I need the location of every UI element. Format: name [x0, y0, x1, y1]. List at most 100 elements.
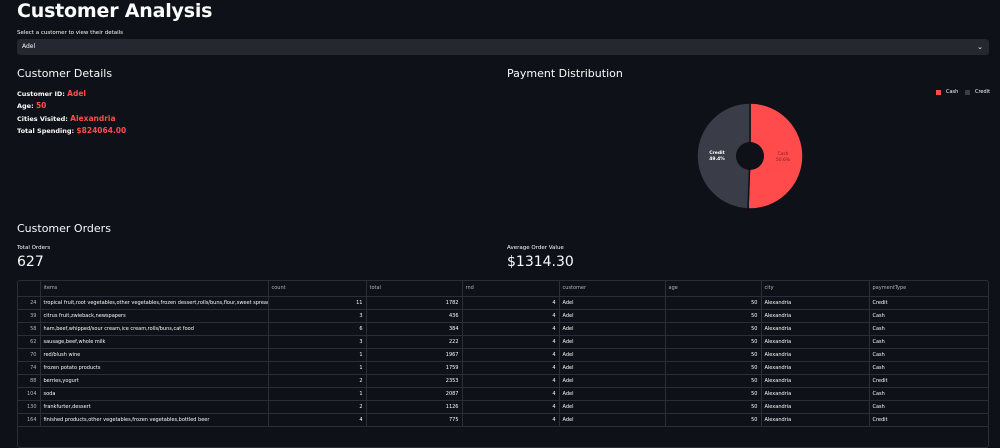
table-cell-count[interactable]: 6 [268, 322, 367, 336]
table-cell-paymentType[interactable]: Cash [869, 309, 988, 323]
table-cell-rnd[interactable]: 4 [462, 296, 560, 310]
table-cell-items[interactable]: tropical fruit,root vegetables,other veg… [40, 296, 269, 310]
column-header-count[interactable]: count [268, 281, 367, 297]
table-cell-customer[interactable]: Adel [559, 296, 666, 310]
table-cell-index[interactable]: 70 [18, 348, 41, 362]
table-cell-age[interactable]: 50 [665, 348, 762, 362]
table-cell-customer[interactable]: Adel [559, 309, 666, 323]
table-row[interactable]: 74 frozen potato products 1 1759 4 Adel 50 Alex… [18, 361, 988, 375]
table-cell-rnd[interactable]: 4 [462, 348, 560, 362]
table-cell-total[interactable]: 222 [366, 335, 463, 349]
table-cell-age[interactable]: 50 [665, 413, 762, 427]
table-cell-count[interactable]: 1 [268, 387, 367, 401]
table-cell-total[interactable]: 1759 [366, 361, 463, 375]
table-cell-rnd[interactable]: 4 [462, 374, 560, 388]
table-row[interactable]: 24 tropical fruit,root vegetables,other v… [18, 296, 988, 310]
column-header-city[interactable]: city [761, 281, 870, 297]
customer-select[interactable]: Adel ⌄ [17, 39, 989, 55]
table-cell-age[interactable]: 50 [665, 374, 762, 388]
table-cell-rnd[interactable]: 4 [462, 309, 560, 323]
table-cell-paymentType[interactable]: Cash [869, 348, 988, 362]
table-cell-total[interactable]: 1782 [366, 296, 463, 310]
table-cell-city[interactable]: Alexandria [761, 387, 870, 401]
table-row[interactable]: 130 frankfurter,dessert 2 1126 4 Adel 50 Alexan… [18, 400, 988, 414]
table-cell-items[interactable]: ham,beef,whipped/sour cream,ice cream,ro… [40, 322, 269, 336]
table-cell-index[interactable]: 58 [18, 322, 41, 336]
column-header-index[interactable] [18, 281, 41, 297]
table-row[interactable]: 88 berries,yogurt 2 2353 4 Adel 50 Alexandria Cr… [18, 374, 988, 388]
table-cell-age[interactable]: 50 [665, 361, 762, 375]
table-cell-customer[interactable]: Adel [559, 374, 666, 388]
table-row[interactable]: 164 finished products,other vegetables,fr… [18, 413, 988, 427]
table-cell-count[interactable]: 2 [268, 400, 367, 414]
table-cell-city[interactable]: Alexandria [761, 361, 870, 375]
table-row[interactable]: 62 sausage,beef,whole milk 3 222 4 Adel 50 Alex… [18, 335, 988, 349]
table-cell-paymentType[interactable]: Cash [869, 361, 988, 375]
table-cell-count[interactable]: 4 [268, 413, 367, 427]
table-cell-city[interactable]: Alexandria [761, 322, 870, 336]
table-cell-index[interactable]: 62 [18, 335, 41, 349]
table-cell-count[interactable]: 11 [268, 296, 367, 310]
table-cell-rnd[interactable]: 4 [462, 400, 560, 414]
column-header-age[interactable]: age [665, 281, 762, 297]
table-cell-customer[interactable]: Adel [559, 322, 666, 336]
table-cell-index[interactable]: 130 [18, 400, 41, 414]
table-cell-count[interactable]: 1 [268, 361, 367, 375]
column-header-total[interactable]: total [366, 281, 463, 297]
table-cell-city[interactable]: Alexandria [761, 296, 870, 310]
table-cell-age[interactable]: 50 [665, 322, 762, 336]
table-cell-paymentType[interactable]: Credit [869, 413, 988, 427]
table-cell-total[interactable]: 2087 [366, 387, 463, 401]
table-cell-paymentType[interactable]: Cash [869, 335, 988, 349]
legend-credit[interactable]: Credit [965, 89, 990, 95]
table-cell-items[interactable]: soda [40, 387, 269, 401]
column-header-rnd[interactable]: rnd [462, 281, 560, 297]
table-cell-index[interactable]: 88 [18, 374, 41, 388]
table-cell-paymentType[interactable]: Cash [869, 322, 988, 336]
orders-table[interactable]: items count total rnd customer age city payment… [17, 280, 989, 448]
table-cell-city[interactable]: Alexandria [761, 374, 870, 388]
table-cell-index[interactable]: 24 [18, 296, 41, 310]
table-cell-customer[interactable]: Adel [559, 335, 666, 349]
column-header-paymentType[interactable]: paymentType [869, 281, 988, 297]
table-cell-customer[interactable]: Adel [559, 361, 666, 375]
column-header-customer[interactable]: customer [559, 281, 666, 297]
table-row[interactable]: 70 red/blush wine 1 1967 4 Adel 50 Alexandria Ca… [18, 348, 988, 362]
table-cell-age[interactable]: 50 [665, 335, 762, 349]
table-cell-total[interactable]: 436 [366, 309, 463, 323]
table-cell-city[interactable]: Alexandria [761, 348, 870, 362]
table-cell-customer[interactable]: Adel [559, 413, 666, 427]
table-cell-index[interactable]: 164 [18, 413, 41, 427]
table-cell-items[interactable]: red/blush wine [40, 348, 269, 362]
legend-cash[interactable]: Cash [936, 89, 958, 95]
table-cell-city[interactable]: Alexandria [761, 309, 870, 323]
table-cell-items[interactable]: finished products,other vegetables,froze… [40, 413, 269, 427]
table-cell-customer[interactable]: Adel [559, 400, 666, 414]
table-cell-items[interactable]: frozen potato products [40, 361, 269, 375]
table-cell-rnd[interactable]: 4 [462, 335, 560, 349]
table-cell-items[interactable]: citrus fruit,zwieback,newspapers [40, 309, 269, 323]
table-cell-index[interactable]: 104 [18, 387, 41, 401]
table-cell-items[interactable]: berries,yogurt [40, 374, 269, 388]
table-cell-rnd[interactable]: 4 [462, 413, 560, 427]
table-cell-age[interactable]: 50 [665, 296, 762, 310]
table-cell-index[interactable]: 74 [18, 361, 41, 375]
table-cell-rnd[interactable]: 4 [462, 387, 560, 401]
table-cell-age[interactable]: 50 [665, 309, 762, 323]
table-cell-age[interactable]: 50 [665, 400, 762, 414]
table-cell-city[interactable]: Alexandria [761, 413, 870, 427]
table-cell-count[interactable]: 3 [268, 335, 367, 349]
table-cell-paymentType[interactable]: Cash [869, 387, 988, 401]
table-cell-city[interactable]: Alexandria [761, 400, 870, 414]
table-cell-age[interactable]: 50 [665, 387, 762, 401]
table-cell-total[interactable]: 1126 [366, 400, 463, 414]
table-cell-index[interactable]: 39 [18, 309, 41, 323]
table-cell-total[interactable]: 384 [366, 322, 463, 336]
table-cell-total[interactable]: 775 [366, 413, 463, 427]
table-cell-rnd[interactable]: 4 [462, 322, 560, 336]
table-cell-items[interactable]: sausage,beef,whole milk [40, 335, 269, 349]
table-cell-paymentType[interactable]: Credit [869, 374, 988, 388]
table-row[interactable]: 104 soda 1 2087 4 Adel 50 Alexandria Cash [18, 387, 988, 401]
table-cell-city[interactable]: Alexandria [761, 335, 870, 349]
table-cell-customer[interactable]: Adel [559, 387, 666, 401]
